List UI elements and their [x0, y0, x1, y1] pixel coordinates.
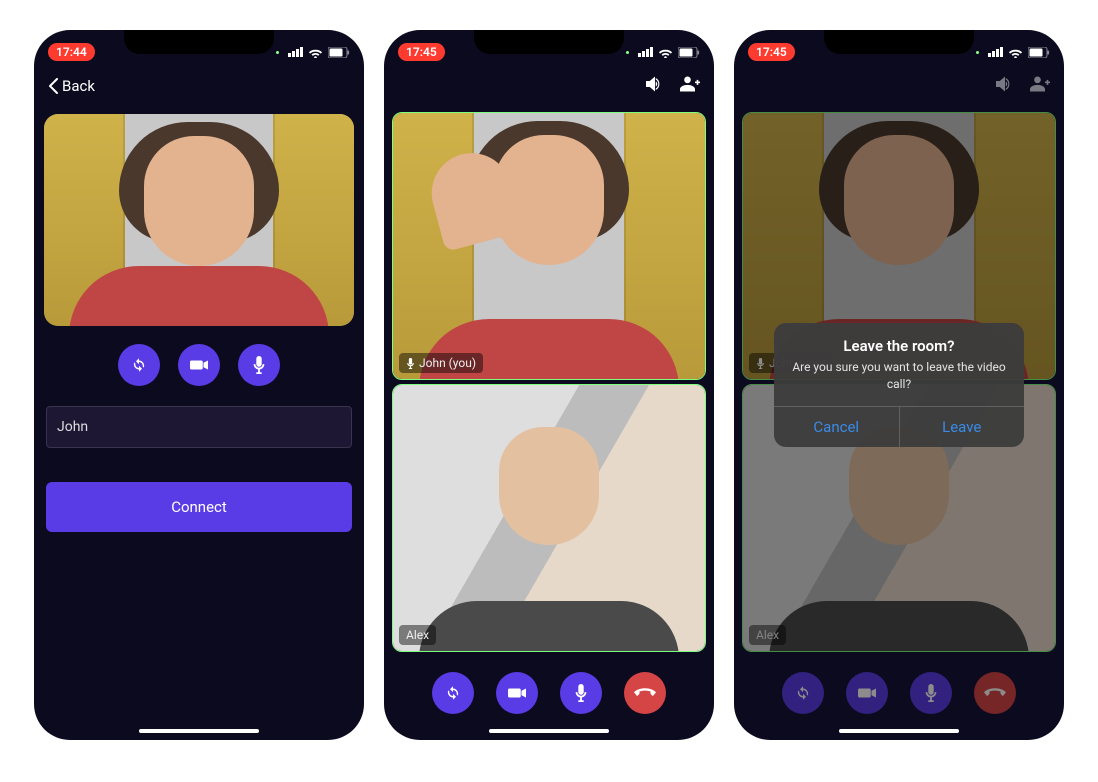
status-dot: [626, 51, 629, 54]
add-user-icon: [1030, 76, 1050, 92]
alert-title: Leave the room?: [774, 323, 1024, 359]
home-indicator[interactable]: [489, 729, 609, 733]
toggle-mic-button[interactable]: [238, 344, 280, 386]
name-field-wrap: John: [34, 400, 364, 454]
status-bar: 17:45: [384, 30, 714, 66]
toggle-video-button[interactable]: [178, 344, 220, 386]
self-preview-video: [44, 114, 354, 326]
battery-icon: [678, 47, 700, 58]
nav-icons: [996, 76, 1050, 96]
phone-connect-screen: 17:44 Back: [34, 30, 364, 740]
add-user-icon: [680, 76, 700, 92]
participant-name-tag: John (you): [399, 353, 483, 373]
speaker-icon: [646, 76, 664, 92]
status-dot: [976, 51, 979, 54]
status-time: 17:45: [748, 43, 795, 61]
preview-controls: [34, 326, 364, 400]
participant-name-tag: Alex: [749, 625, 786, 645]
cancel-button[interactable]: Cancel: [774, 407, 900, 447]
nav-row: [734, 66, 1064, 106]
participant-name-tag: Alex: [399, 625, 436, 645]
status-time: 17:45: [398, 43, 445, 61]
wifi-icon: [308, 47, 323, 58]
status-bar: 17:45: [734, 30, 1064, 66]
battery-icon: [328, 47, 350, 58]
video-tiles: John (you) Alex: [384, 106, 714, 652]
hangup-button[interactable]: [624, 672, 666, 714]
wifi-icon: [658, 47, 673, 58]
switch-camera-button[interactable]: [118, 344, 160, 386]
switch-camera-icon: [130, 356, 148, 374]
participant-name: Alex: [756, 628, 779, 642]
participant-name: Alex: [406, 628, 429, 642]
switch-camera-icon: [444, 684, 462, 702]
phone-leave-dialog-screen: 17:45 John (you) Alex: [734, 30, 1064, 740]
mic-icon: [252, 356, 266, 374]
chevron-left-icon: [48, 78, 58, 94]
video-tile-remote[interactable]: Alex: [392, 384, 706, 652]
speaker-icon: [996, 76, 1014, 92]
toggle-mic-button[interactable]: [560, 672, 602, 714]
call-controls: [384, 652, 714, 740]
status-right: [626, 47, 700, 58]
add-participant-button[interactable]: [680, 76, 700, 96]
status-dot: [276, 51, 279, 54]
video-tile-self[interactable]: John (you): [392, 112, 706, 380]
status-bar: 17:44: [34, 30, 364, 66]
status-time: 17:44: [48, 43, 95, 61]
home-indicator[interactable]: [139, 729, 259, 733]
toggle-video-button[interactable]: [496, 672, 538, 714]
nav-row: [384, 66, 714, 106]
phone-call-screen: 17:45 John (you): [384, 30, 714, 740]
name-input[interactable]: John: [46, 406, 352, 448]
video-icon: [508, 686, 526, 700]
switch-camera-icon: [794, 684, 812, 702]
hangup-button[interactable]: [974, 672, 1016, 714]
video-icon: [190, 358, 208, 372]
leave-room-dialog: Leave the room? Are you sure you want to…: [774, 323, 1024, 446]
add-participant-button[interactable]: [1030, 76, 1050, 96]
mic-icon: [756, 358, 765, 369]
toggle-video-button[interactable]: [846, 672, 888, 714]
alert-buttons: Cancel Leave: [774, 406, 1024, 447]
cellular-icon: [988, 47, 1003, 57]
back-label: Back: [62, 77, 95, 95]
video-icon: [858, 686, 876, 700]
battery-icon: [1028, 47, 1050, 58]
speaker-button[interactable]: [646, 76, 664, 96]
wifi-icon: [1008, 47, 1023, 58]
connect-button[interactable]: Connect: [46, 482, 352, 532]
switch-camera-button[interactable]: [432, 672, 474, 714]
toggle-mic-button[interactable]: [910, 672, 952, 714]
call-controls: [734, 652, 1064, 740]
hangup-icon: [634, 688, 656, 698]
alert-message: Are you sure you want to leave the video…: [774, 359, 1024, 405]
status-right: [276, 47, 350, 58]
mic-icon: [406, 358, 415, 369]
speaker-button[interactable]: [996, 76, 1014, 96]
back-button[interactable]: Back: [48, 77, 95, 95]
mic-icon: [574, 684, 588, 702]
nav-icons: [646, 76, 700, 96]
cellular-icon: [288, 47, 303, 57]
hangup-icon: [984, 688, 1006, 698]
status-right: [976, 47, 1050, 58]
leave-button[interactable]: Leave: [900, 407, 1025, 447]
switch-camera-button[interactable]: [782, 672, 824, 714]
cellular-icon: [638, 47, 653, 57]
participant-name: John (you): [419, 356, 476, 370]
nav-row: Back: [34, 66, 364, 106]
home-indicator[interactable]: [839, 729, 959, 733]
mic-icon: [924, 684, 938, 702]
preview-wrap: [34, 106, 364, 326]
